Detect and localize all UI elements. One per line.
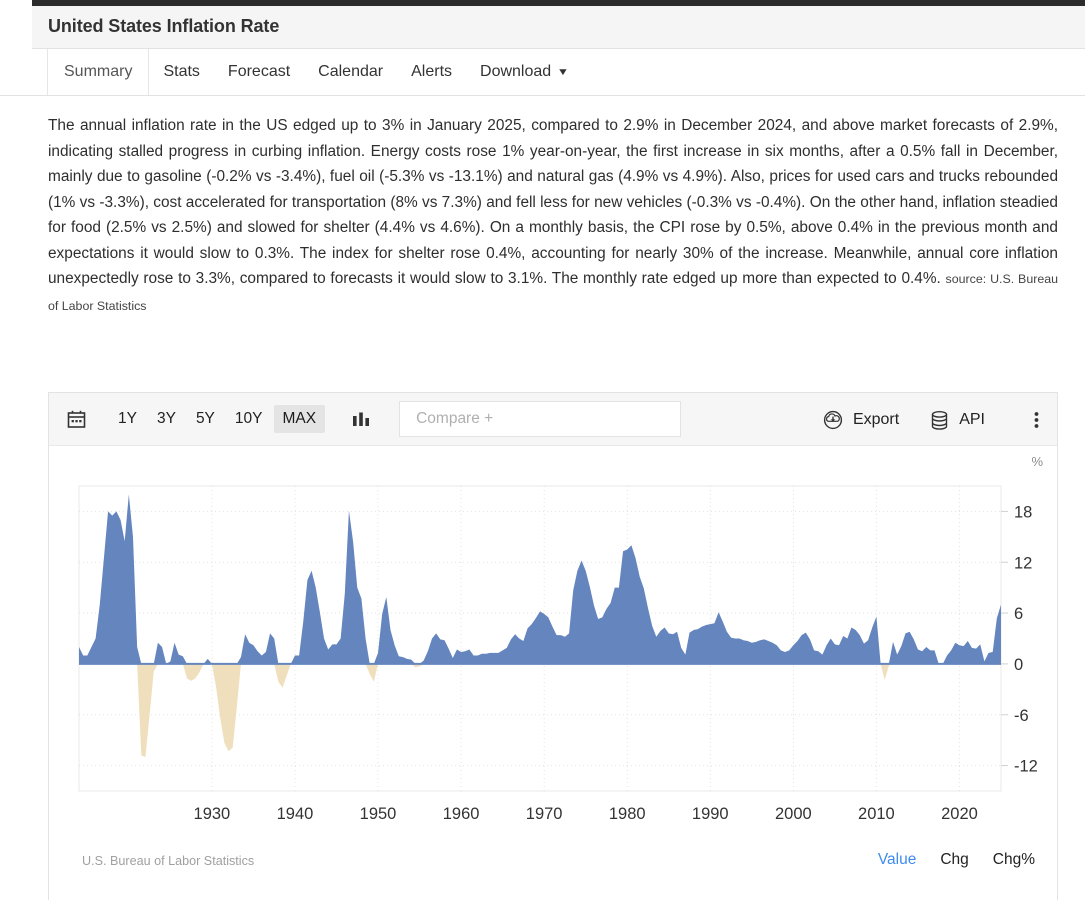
tab-label: Stats <box>163 63 200 80</box>
x-tick-label: 1990 <box>692 805 729 823</box>
range-selector: 1Y 3Y 5Y 10Y MAX <box>109 405 326 433</box>
page-title: United States Inflation Rate <box>48 16 280 36</box>
tab-bar: Summary Stats Forecast Calendar Alerts Downlo… <box>0 49 1085 96</box>
tab-label: Download <box>480 63 552 80</box>
article-body: The annual inflation rate in the US edge… <box>48 117 1058 287</box>
x-tick-label: 2000 <box>775 805 812 823</box>
y-tick-label: -6 <box>1014 707 1029 725</box>
area-positive <box>79 494 1001 664</box>
tab-download[interactable]: Download ▼ <box>466 49 582 95</box>
calendar-icon[interactable] <box>49 409 103 430</box>
x-tick-label: 1980 <box>609 805 646 823</box>
value-chg-toggle-group: Value Chg Chg% <box>878 851 1035 869</box>
toolbar-right-actions: Export API <box>822 393 1057 446</box>
x-tick-label: 1930 <box>194 805 231 823</box>
plot-area[interactable]: % 18 12 6 0 -6 -12 1930 1940 1950 1960 1970 1980 199… <box>49 446 1057 846</box>
bar-chart-icon[interactable] <box>351 410 371 429</box>
y-tick-label: -12 <box>1014 758 1038 776</box>
chart-card: 1Y 3Y 5Y 10Y MAX Compare + Export API % … <box>48 392 1058 900</box>
x-tick-label: 2010 <box>858 805 895 823</box>
range-button-max[interactable]: MAX <box>273 405 326 433</box>
range-button-10y[interactable]: 10Y <box>226 405 272 433</box>
inflation-area-chart[interactable]: 18 12 6 0 -6 -12 1930 1940 1950 1960 1970 1980 1990 2… <box>49 446 1057 846</box>
export-button[interactable]: Export <box>822 409 899 431</box>
chart-source-label: U.S. Bureau of Labor Statistics <box>82 854 255 868</box>
api-button[interactable]: API <box>929 409 985 431</box>
tab-summary[interactable]: Summary <box>48 49 150 95</box>
tab-left-spacer <box>0 49 48 95</box>
footer-toggle-value[interactable]: Value <box>878 851 917 869</box>
tab-label: Calendar <box>318 63 384 80</box>
export-label: Export <box>852 410 900 428</box>
x-tick-label: 2020 <box>941 805 978 823</box>
tab-label: Forecast <box>227 63 291 80</box>
left-gutter <box>0 0 32 900</box>
tab-label: Summary <box>64 63 133 80</box>
y-tick-label: 18 <box>1014 503 1032 521</box>
database-icon <box>932 410 948 430</box>
compare-field-wrapper[interactable] <box>399 401 682 437</box>
chart-toolbar: 1Y 3Y 5Y 10Y MAX Compare + Export API <box>49 393 1057 446</box>
y-tick-label: 12 <box>1014 554 1032 572</box>
tab-list: Summary Stats Forecast Calendar Alerts Downlo… <box>48 49 582 95</box>
tab-forecast[interactable]: Forecast <box>214 49 304 95</box>
range-button-1y[interactable]: 1Y <box>109 405 146 433</box>
summary-article: The annual inflation rate in the US edge… <box>48 113 1058 319</box>
more-vertical-icon[interactable] <box>1015 410 1057 430</box>
y-tick-label: 0 <box>1014 656 1023 674</box>
y-axis-unit-label: % <box>1031 454 1043 469</box>
page-root: United States Inflation Rate Summary Stat… <box>0 0 1085 900</box>
compare-input[interactable] <box>414 409 667 429</box>
tab-calendar[interactable]: Calendar <box>304 49 397 95</box>
x-tick-label: 1970 <box>526 805 563 823</box>
chart-footer: U.S. Bureau of Labor Statistics Value Chg… <box>49 846 1057 890</box>
x-tick-label: 1950 <box>360 805 397 823</box>
area-negative <box>79 663 1001 758</box>
x-tick-label: 1960 <box>443 805 480 823</box>
footer-toggle-chg-pct[interactable]: Chg% <box>993 851 1035 869</box>
tab-stats[interactable]: Stats <box>149 49 213 95</box>
api-label: API <box>959 410 985 428</box>
title-bar: United States Inflation Rate <box>32 6 1085 49</box>
tab-alerts[interactable]: Alerts <box>397 49 466 95</box>
y-tick-label: 6 <box>1014 605 1023 623</box>
cloud-download-icon <box>823 410 843 429</box>
range-button-5y[interactable]: 5Y <box>187 405 224 433</box>
footer-toggle-chg[interactable]: Chg <box>940 851 968 869</box>
x-tick-label: 1940 <box>277 805 314 823</box>
tab-label: Alerts <box>411 63 453 80</box>
range-button-3y[interactable]: 3Y <box>148 405 185 433</box>
chevron-down-icon: ▼ <box>556 66 570 78</box>
